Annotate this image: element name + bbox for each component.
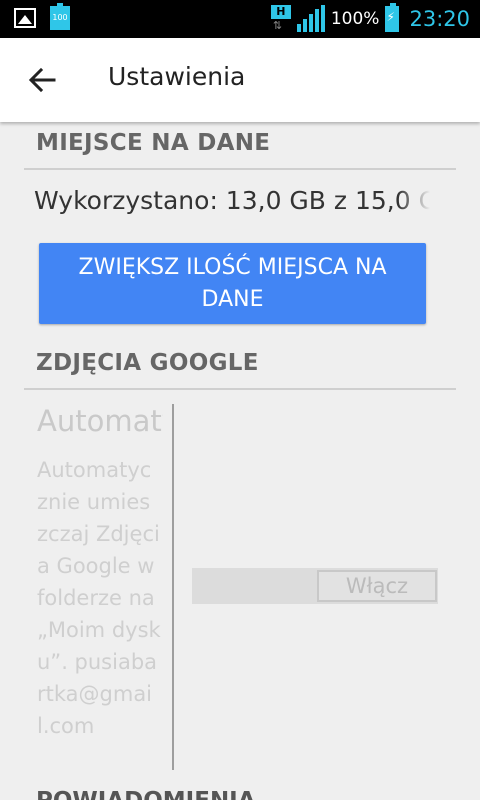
auto-add-photos-setting: Automatycznie dodawaj Automatycznie umie… — [24, 404, 456, 784]
battery-charging-icon — [385, 3, 400, 32]
google-photos-section-header: ZDJĘCIA GOOGLE — [24, 350, 456, 390]
storage-section-header: MIEJSCE NA DANE — [24, 130, 456, 170]
network-h-icon: H ⇅ — [270, 5, 291, 33]
app-bar: Ustawienia — [0, 38, 480, 122]
arrow-left-icon[interactable] — [28, 66, 56, 94]
page-title: Ustawienia — [108, 62, 246, 91]
gallery-notification-icon — [14, 8, 36, 28]
battery-notification-icon: 100 — [50, 3, 70, 30]
increase-storage-button[interactable]: ZWIĘKSZ ILOŚĆ MIEJSCA NA DANE — [39, 243, 426, 324]
storage-usage-text: Wykorzystano: 13,0 GB z 15,0 GB — [34, 186, 430, 215]
battery-percent: 100% — [330, 9, 380, 29]
auto-add-title: Automatycznie dodawaj — [37, 404, 163, 438]
settings-content[interactable]: MIEJSCE NA DANE Wykorzystano: 13,0 GB z … — [0, 122, 480, 800]
clock: 23:20 — [409, 7, 470, 31]
signal-strength-icon — [296, 5, 325, 32]
status-bar: 100 H ⇅ 100% 23:20 — [0, 0, 480, 38]
auto-add-description: Automatycznie umieszczaj Zdjęcia Google … — [37, 458, 161, 738]
enable-toggle-button[interactable]: Włącz — [317, 570, 437, 602]
vertical-divider — [172, 404, 174, 770]
notifications-section-header: POWIADOMIENIA — [36, 788, 256, 800]
network-type-label: H — [270, 5, 291, 19]
